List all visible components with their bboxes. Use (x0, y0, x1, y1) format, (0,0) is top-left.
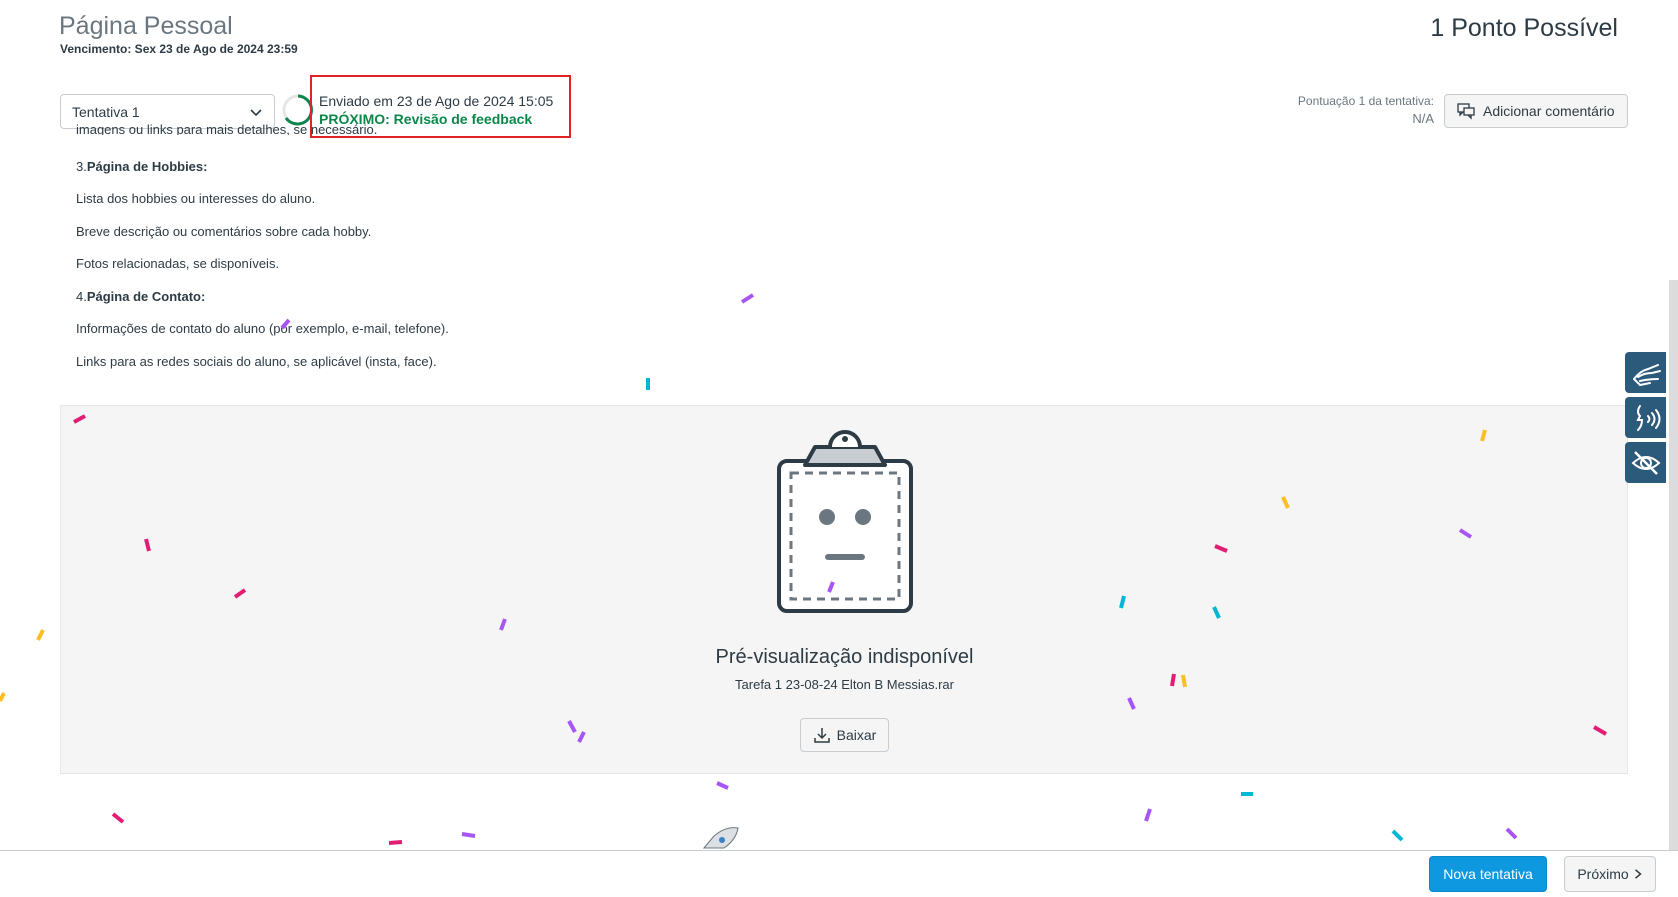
page-title: Página Pessoal (59, 12, 233, 40)
voice-reader-button[interactable] (1625, 397, 1666, 438)
download-button[interactable]: Baixar (800, 718, 889, 752)
heading-text: Página de Hobbies: (86, 159, 208, 174)
content-line: Fotos relacionadas, se disponíveis. (76, 256, 280, 271)
preview-file-name: Tarefa 1 23-08-24 Elton B Messias.rar (735, 677, 954, 692)
content-heading-contact: 4.Página de Contato: (76, 289, 205, 304)
content-line: Links para as redes sociais do aluno, se… (76, 354, 437, 369)
content-line: Informações de contato do aluno (por exe… (76, 321, 449, 336)
add-comment-label: Adicionar comentário (1483, 103, 1615, 119)
submitted-date: Enviado em 23 de Ago de 2024 15:05 (319, 93, 554, 109)
clipboard-illustration-icon (777, 430, 913, 613)
download-icon (813, 728, 830, 743)
next-label: Próximo (1577, 866, 1629, 882)
content-line: Lista dos hobbies ou interesses do aluno… (76, 191, 316, 206)
hide-visibility-button[interactable] (1625, 442, 1666, 483)
points-possible: 1 Ponto Possível (1430, 14, 1618, 42)
speech-icon (1635, 404, 1660, 431)
due-date: Vencimento: Sex 23 de Ago de 2024 23:59 (60, 42, 298, 56)
accessibility-toolbar (1625, 352, 1667, 487)
heading-number: 3. (76, 159, 87, 174)
eye-slash-icon (1631, 450, 1660, 475)
content-line: Breve descrição ou comentários sobre cad… (76, 224, 372, 239)
sign-language-button[interactable] (1625, 352, 1666, 393)
rocket-icon (702, 827, 739, 849)
chevron-right-icon (1634, 869, 1642, 879)
heading-number: 4. (76, 289, 87, 304)
content-heading-hobbies: 3.Página de Hobbies: (76, 159, 207, 174)
submission-text: imagens ou links para mais detalhes, se … (76, 122, 476, 139)
page-scrollbar[interactable] (1669, 280, 1678, 850)
attempt-score-label: Pontuação 1 da tentativa: (1297, 94, 1434, 108)
cut-off-line: imagens ou links para mais detalhes, se … (76, 122, 378, 135)
heading-text: Página de Contato: (86, 289, 206, 304)
chevron-down-icon (250, 109, 262, 117)
comment-icon (1457, 103, 1475, 120)
attempt-select-value: Tentativa 1 (72, 104, 140, 120)
preview-unavailable-title: Pré-visualização indisponível (715, 646, 974, 668)
attempt-score-value: N/A (1412, 111, 1434, 126)
download-label: Baixar (836, 727, 877, 743)
next-button[interactable]: Próximo (1564, 856, 1656, 892)
footer-divider (0, 850, 1678, 851)
add-comment-button[interactable]: Adicionar comentário (1444, 94, 1628, 128)
sign-language-icon (1632, 363, 1661, 386)
new-attempt-button[interactable]: Nova tentativa (1429, 856, 1547, 892)
